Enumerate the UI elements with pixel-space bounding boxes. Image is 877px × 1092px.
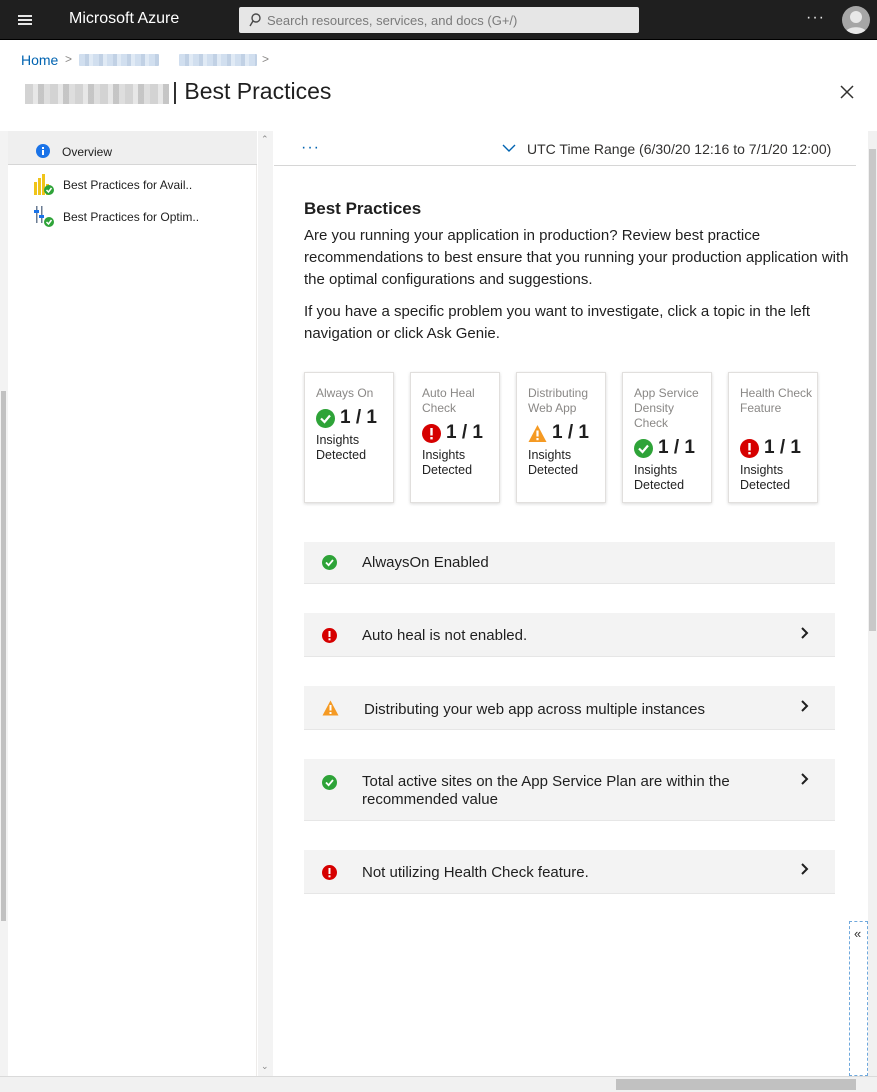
command-bar-divider (274, 165, 856, 166)
breadcrumb-redacted-item[interactable] (79, 54, 159, 66)
global-search[interactable] (239, 7, 639, 33)
insight-row-density[interactable]: Total active sites on the App Service Pl… (304, 759, 835, 821)
breadcrumb-separator: > (262, 52, 270, 66)
horizontal-scrollbar-thumb[interactable] (616, 1079, 856, 1090)
critical-icon (322, 628, 337, 643)
insight-text: Distributing your web app across multipl… (364, 701, 705, 718)
summary-card-health-check[interactable]: Health Check Feature 1 / 1 Insights Dete… (728, 372, 818, 503)
success-icon (316, 409, 335, 428)
nav-item-label: Overview (62, 145, 113, 159)
chevron-right-icon[interactable] (799, 863, 809, 875)
breadcrumb-home-link[interactable]: Home (21, 52, 58, 68)
summary-card-always-on[interactable]: Always On 1 / 1 Insights Detected (304, 372, 394, 503)
warning-icon (528, 425, 547, 442)
content-scrollbar[interactable] (868, 131, 877, 1076)
nav-item-label: Best Practices for Avail.. (63, 178, 193, 192)
main-content: ··· UTC Time Range (6/30/20 12:16 to 7/1… (274, 131, 877, 1076)
critical-icon (740, 439, 759, 458)
collapse-panel-button[interactable]: « (849, 921, 868, 1076)
insight-row-health-check[interactable]: Not utilizing Health Check feature. (304, 850, 835, 894)
info-icon (36, 144, 50, 158)
breadcrumb-redacted-item[interactable] (179, 54, 257, 66)
scroll-up-icon[interactable]: ⌃ (261, 134, 270, 145)
hamburger-menu-icon[interactable] (14, 11, 36, 29)
chevron-right-icon[interactable] (799, 627, 809, 639)
outer-scrollbar-thumb[interactable] (1, 391, 6, 921)
help-text: If you have a specific problem you want … (304, 303, 811, 342)
double-chevron-left-icon: « (854, 926, 862, 941)
top-bar: Microsoft Azure ··· (0, 0, 877, 40)
scroll-down-icon[interactable]: ⌄ (261, 1061, 270, 1072)
brand-title[interactable]: Microsoft Azure (69, 10, 179, 28)
insight-text: Auto heal is not enabled. (362, 627, 528, 644)
success-icon (322, 775, 337, 790)
summary-card-distributing[interactable]: Distributing Web App 1 / 1 Insights Dete… (516, 372, 606, 503)
card-title: Distributing Web App (528, 386, 589, 415)
insight-text: AlwaysOn Enabled (362, 554, 489, 571)
search-input[interactable] (267, 7, 627, 33)
user-icon (845, 11, 867, 34)
chevron-right-icon[interactable] (799, 700, 809, 712)
insight-row-auto-heal[interactable]: Auto heal is not enabled. (304, 613, 835, 657)
horizontal-scrollbar[interactable] (0, 1076, 877, 1092)
left-navigation: Overview Best Practices for Avail.. Best… (8, 131, 257, 1076)
time-range-label: UTC Time Range (6/30/20 12:16 to 7/1/20 … (527, 141, 832, 157)
avatar[interactable] (842, 6, 870, 34)
left-nav-scrollbar[interactable]: ⌃ ⌄ (258, 131, 273, 1076)
nav-item-label: Best Practices for Optim.. (63, 210, 200, 224)
success-icon (634, 439, 653, 458)
intro-text: Are you running your application in prod… (304, 227, 849, 288)
nav-item-optimization[interactable]: Best Practices for Optim.. (8, 200, 257, 234)
card-title: App Service Density Check (634, 386, 699, 430)
card-label: Insights Detected (528, 448, 579, 477)
critical-icon (322, 865, 337, 880)
command-more-icon[interactable]: ··· (301, 139, 320, 157)
nav-item-availability[interactable]: Best Practices for Avail.. (8, 168, 257, 202)
chevron-right-icon[interactable] (799, 773, 809, 785)
search-icon (249, 13, 261, 27)
insight-row-alwayson[interactable]: AlwaysOn Enabled (304, 542, 835, 584)
content-scrollbar-thumb[interactable] (869, 149, 876, 631)
warning-icon (322, 700, 339, 716)
summary-card-density[interactable]: App Service Density Check 1 / 1 Insights… (622, 372, 712, 503)
insight-text: Total active sites on the App Service Pl… (362, 773, 730, 808)
card-label: Insights Detected (634, 463, 685, 492)
card-title: Auto Heal Check (422, 386, 475, 415)
card-label: Insights Detected (316, 433, 367, 462)
critical-icon (422, 424, 441, 443)
outer-scrollbar[interactable] (0, 131, 8, 1076)
breadcrumb-separator: > (65, 52, 73, 66)
summary-card-auto-heal[interactable]: Auto Heal Check 1 / 1 Insights Detected (410, 372, 500, 503)
more-options-icon[interactable]: ··· (806, 9, 825, 27)
insight-text: Not utilizing Health Check feature. (362, 864, 589, 881)
section-heading: Best Practices (304, 199, 422, 218)
optimization-sliders-icon (34, 206, 54, 227)
success-icon (322, 555, 337, 570)
insight-row-distributing[interactable]: Distributing your web app across multipl… (304, 686, 835, 730)
card-title: Always On (316, 386, 374, 400)
nav-item-overview[interactable]: Overview (8, 131, 257, 165)
card-label: Insights Detected (740, 463, 791, 492)
close-icon[interactable] (838, 83, 856, 101)
availability-chart-icon (34, 174, 54, 195)
card-label: Insights Detected (422, 448, 473, 477)
page-title: | Best Practices (172, 78, 332, 104)
chevron-down-icon (502, 144, 516, 152)
resource-name-redacted (25, 84, 169, 104)
card-title: Health Check Feature (740, 386, 813, 415)
